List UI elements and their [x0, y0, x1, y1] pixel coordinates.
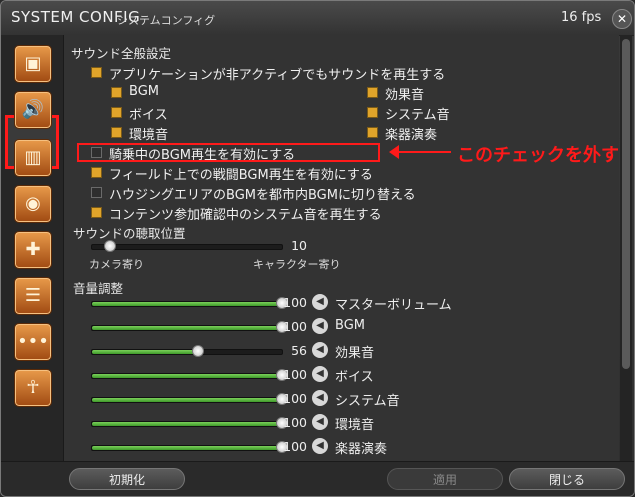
volume-label: 効果音 — [335, 346, 375, 361]
checkbox-checked[interactable] — [91, 67, 102, 78]
fps-counter: 16 fps — [561, 10, 602, 25]
volume-slider[interactable] — [91, 393, 288, 405]
volume-slider-fill — [92, 398, 282, 402]
listening-slider[interactable] — [91, 240, 283, 252]
close-button[interactable]: 閉じる — [509, 468, 625, 490]
speaker-icon[interactable]: ◀ — [312, 366, 328, 382]
character-side-label: キャラクター寄り — [253, 258, 341, 271]
scroll-thumb[interactable] — [622, 39, 630, 369]
volume-heading: 音量調整 — [73, 281, 124, 296]
volume-slider-fill — [92, 374, 282, 378]
close-icon[interactable]: ✕ — [612, 9, 632, 29]
highlight-box — [77, 143, 380, 162]
volume-value: 100 — [283, 319, 307, 334]
volume-slider[interactable] — [91, 321, 288, 333]
checkbox-checked[interactable] — [91, 167, 102, 178]
volume-value: 100 — [283, 439, 307, 454]
checkbox-checked[interactable] — [367, 127, 378, 138]
volume-slider[interactable] — [91, 345, 283, 357]
checkbox-checked[interactable] — [91, 207, 102, 218]
window-subtitle: システムコンフィグ — [117, 14, 216, 27]
system-config-window: SYSTEM CONFIG システムコンフィグ 16 fps ✕ ▣ 🔊 ▥ ◉… — [0, 0, 635, 497]
more-icon[interactable]: ••• — [14, 323, 52, 361]
category-sidebar: ▣ 🔊 ▥ ◉ ✚ ☰ ••• ☥ — [1, 35, 64, 461]
volume-slider-fill — [92, 302, 282, 306]
listening-heading: サウンドの聴取位置 — [73, 226, 186, 241]
footer-bar: 初期化 適用 閉じる — [1, 461, 634, 496]
volume-slider[interactable] — [91, 297, 288, 309]
volume-label: 楽器演奏 — [335, 442, 388, 457]
volume-value: 100 — [283, 391, 307, 406]
volume-slider-fill — [92, 446, 282, 450]
speaker-icon[interactable]: ◀ — [312, 390, 328, 406]
speaker-icon[interactable]: ◀ — [312, 318, 328, 334]
checkbox-checked[interactable] — [367, 107, 378, 118]
annotation-text: このチェックを外す — [457, 145, 619, 166]
checkbox-checked[interactable] — [111, 87, 122, 98]
display-icon[interactable]: ▣ — [14, 45, 52, 83]
speaker-icon[interactable]: ◀ — [312, 342, 328, 358]
volume-label: システム音 — [335, 394, 400, 409]
apply-button[interactable]: 適用 — [387, 468, 503, 490]
volume-slider[interactable] — [91, 369, 288, 381]
document-icon[interactable]: ☰ — [14, 277, 52, 315]
volume-slider[interactable] — [91, 417, 288, 429]
volume-label: ボイス — [335, 370, 374, 385]
volume-value: 56 — [291, 343, 307, 358]
title-bar: SYSTEM CONFIG システムコンフィグ 16 fps ✕ — [1, 1, 634, 36]
listening-slider-knob[interactable] — [104, 240, 116, 252]
person-icon[interactable]: ☥ — [14, 369, 52, 407]
speaker-icon[interactable]: 🔊 — [14, 91, 52, 129]
speaker-icon[interactable]: ◀ — [312, 414, 328, 430]
speaker-icon[interactable]: ◀ — [312, 294, 328, 310]
volume-slider-fill — [92, 350, 199, 354]
general-heading: サウンド全般設定 — [71, 46, 172, 61]
arrow-left-icon — [389, 145, 451, 159]
gamepad-icon[interactable]: ✚ — [14, 231, 52, 269]
volume-label: BGM — [335, 318, 365, 333]
volume-label: マスターボリューム — [335, 298, 452, 313]
volume-slider[interactable] — [91, 441, 288, 453]
scrollbar[interactable] — [620, 35, 632, 461]
listening-value: 10 — [291, 238, 307, 253]
speaker-icon[interactable]: ◀ — [312, 438, 328, 454]
mouse-icon[interactable]: ◉ — [14, 185, 52, 223]
volume-slider-fill — [92, 422, 282, 426]
volume-value: 100 — [283, 415, 307, 430]
cards-icon[interactable]: ▥ — [14, 139, 52, 177]
volume-label: 環境音 — [335, 418, 375, 433]
volume-value: 100 — [283, 295, 307, 310]
checkbox-unchecked[interactable] — [91, 187, 102, 198]
reset-button[interactable]: 初期化 — [69, 468, 185, 490]
checkbox-checked[interactable] — [367, 87, 378, 98]
volume-slider-fill — [92, 326, 282, 330]
camera-side-label: カメラ寄り — [89, 258, 144, 271]
checkbox-checked[interactable] — [111, 127, 122, 138]
volume-value: 100 — [283, 367, 307, 382]
checkbox-checked[interactable] — [111, 107, 122, 118]
